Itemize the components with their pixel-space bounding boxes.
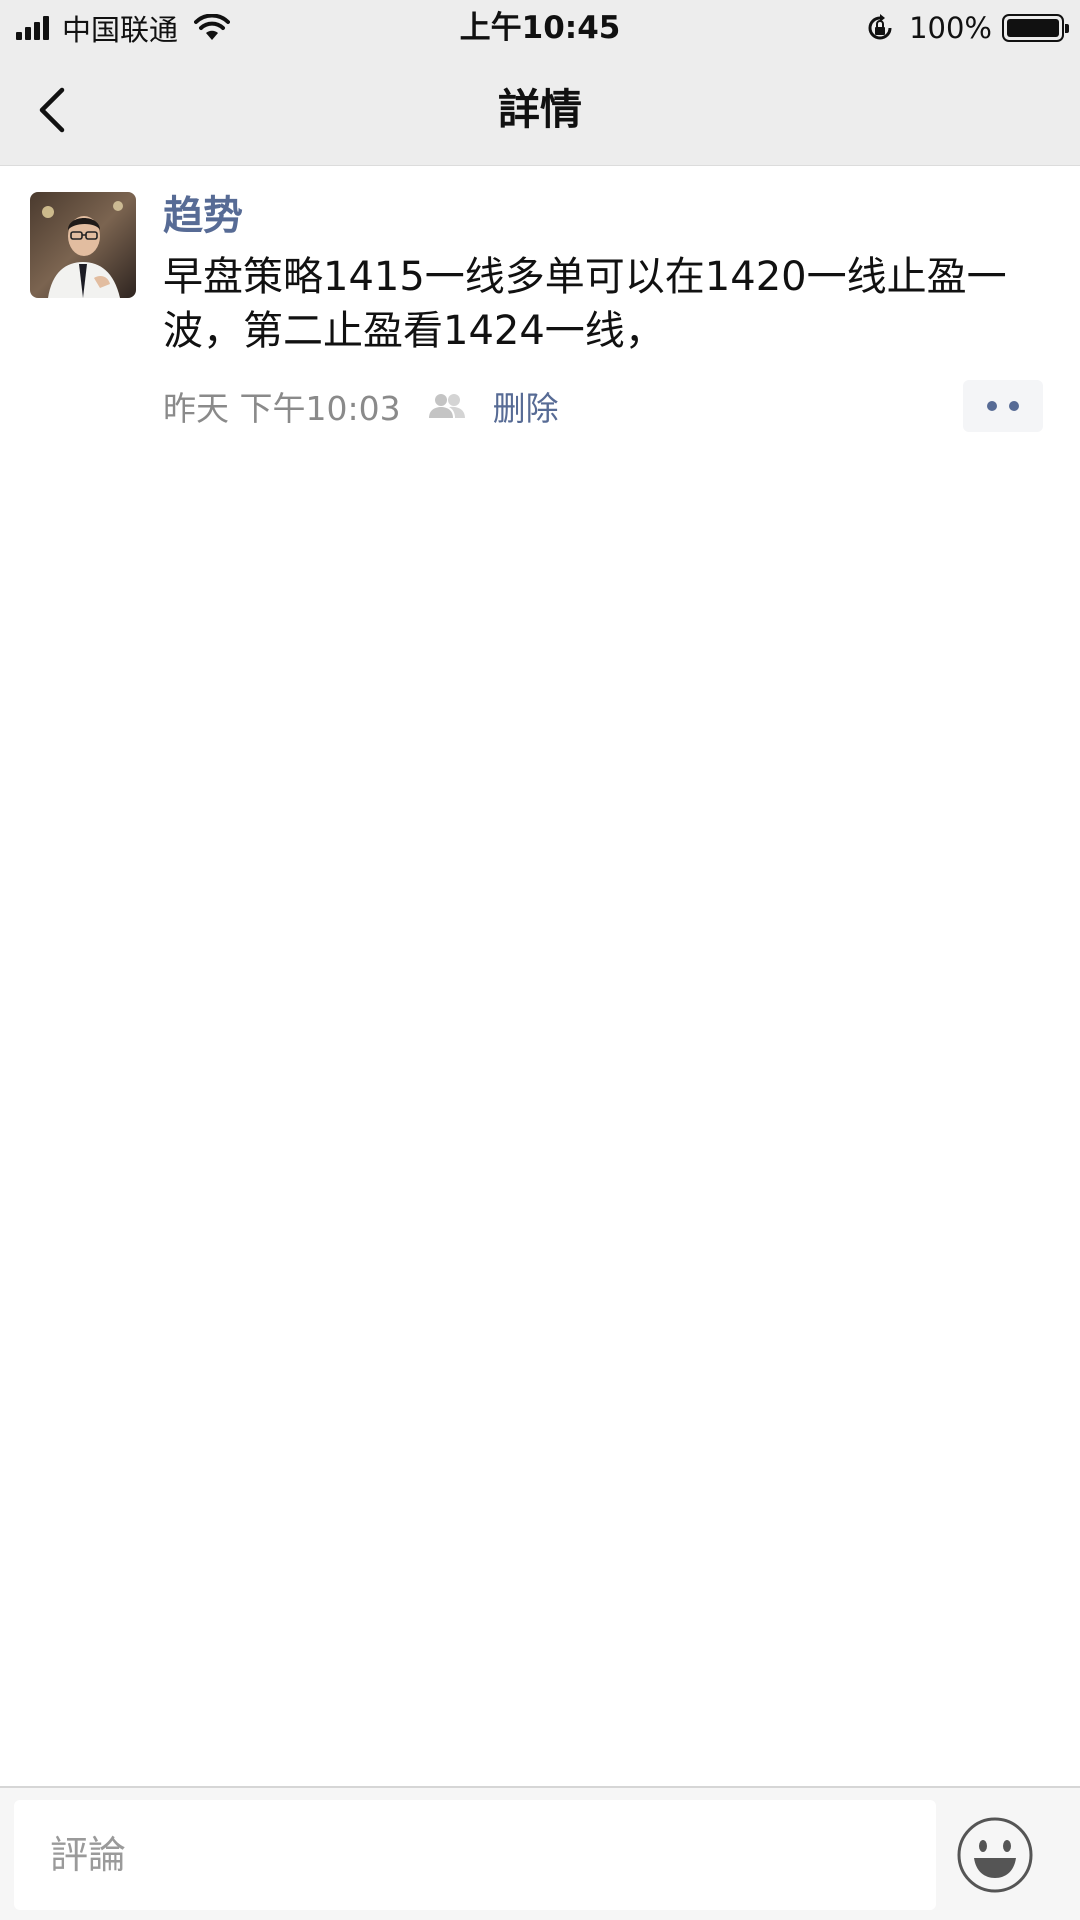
carrier-name: 中国联通 — [62, 13, 179, 47]
status-right: 100% — [865, 8, 1069, 48]
smiley-emoji-icon[interactable] — [956, 1816, 1034, 1894]
post-body: 趋势 早盘策略1415一线多单可以在1420一线止盈一波，第二止盈看1424一线… — [163, 190, 1043, 432]
post-meta: 昨天 下午10:03 删除 — [163, 380, 1043, 432]
dot — [1009, 401, 1019, 411]
rotation-lock-icon — [868, 14, 892, 40]
people-icon — [428, 394, 465, 418]
battery-fill — [1007, 19, 1059, 37]
post-content: 早盘策略1415一线多单可以在1420一线止盈一波，第二止盈看1424一线， — [163, 254, 1007, 354]
avatar[interactable] — [30, 192, 136, 298]
dot — [987, 401, 997, 411]
delete-button[interactable]: 删除 — [493, 382, 559, 430]
nav-bar: 詳情 — [0, 54, 1080, 166]
author-name[interactable]: 趋势 — [163, 190, 243, 242]
battery-percentage: 100% — [909, 11, 992, 45]
battery-icon — [1002, 14, 1069, 42]
comment-bar — [0, 1786, 1080, 1920]
comment-input[interactable] — [14, 1800, 936, 1910]
status-bar: 中国联通 上午10:45 100% — [0, 0, 1080, 54]
more-dots-icon[interactable] — [963, 380, 1043, 432]
chevron-left-icon[interactable] — [30, 80, 80, 140]
wifi-icon — [194, 14, 231, 40]
post-timestamp: 昨天 下午10:03 — [163, 389, 401, 428]
status-left: 中国联通 — [16, 8, 231, 48]
signal-icon — [16, 16, 52, 40]
avatar-photo — [30, 192, 136, 298]
page-title: 詳情 — [497, 85, 582, 134]
